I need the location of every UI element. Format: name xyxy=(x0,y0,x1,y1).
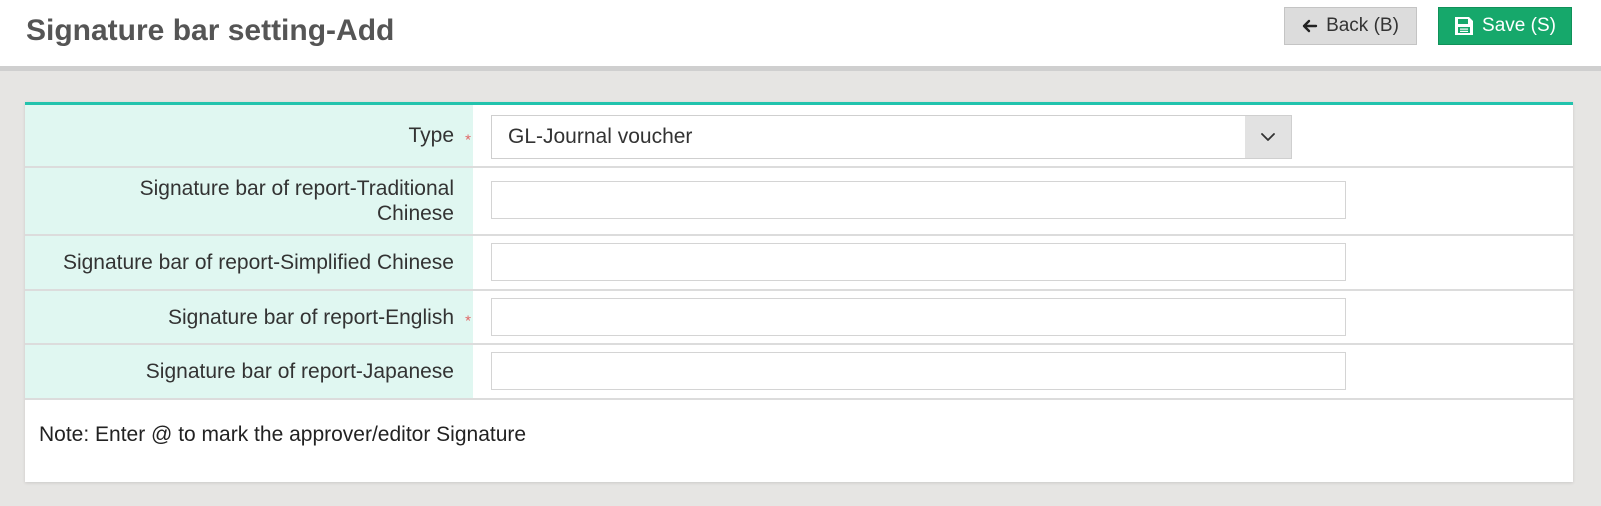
header-bar: Signature bar setting-Add Back (B) Save … xyxy=(0,0,1601,71)
english-label-cell: Signature bar of report-English * xyxy=(25,291,473,343)
japanese-label-cell: Signature bar of report-Japanese xyxy=(25,345,473,398)
form-card: Type * GL-Journal voucher Signature bar … xyxy=(25,102,1573,482)
form-row-japanese: Signature bar of report-Japanese xyxy=(25,345,1573,400)
simplified-chinese-input[interactable] xyxy=(491,243,1346,281)
traditional-chinese-label-cell: Signature bar of report-Traditional Chin… xyxy=(25,168,473,234)
japanese-input[interactable] xyxy=(491,352,1346,390)
traditional-chinese-input[interactable] xyxy=(491,181,1346,219)
required-mark-icon: * xyxy=(465,312,471,330)
form-row-simplified-chinese: Signature bar of report-Simplified Chine… xyxy=(25,236,1573,291)
back-button[interactable]: Back (B) xyxy=(1284,7,1417,45)
required-mark-icon: * xyxy=(465,130,471,148)
traditional-chinese-label-line2: Chinese xyxy=(376,202,454,225)
floppy-disk-icon xyxy=(1454,16,1474,36)
type-select-value: GL-Journal voucher xyxy=(508,125,693,148)
simplified-chinese-label-cell: Signature bar of report-Simplified Chine… xyxy=(25,236,473,289)
signature-note: Note: Enter @ to mark the approver/edito… xyxy=(39,423,527,446)
chevron-down-icon[interactable] xyxy=(1245,116,1291,158)
traditional-chinese-label-line1: Signature bar of report-Traditional xyxy=(139,177,454,200)
simplified-chinese-label: Signature bar of report-Simplified Chine… xyxy=(62,251,454,274)
type-select[interactable]: GL-Journal voucher xyxy=(491,115,1292,159)
form-row-traditional-chinese: Signature bar of report-Traditional Chin… xyxy=(25,168,1573,236)
traditional-chinese-label: Signature bar of report-Traditional Chin… xyxy=(140,176,454,226)
form-row-english: Signature bar of report-English * xyxy=(25,291,1573,345)
japanese-label: Signature bar of report-Japanese xyxy=(145,360,454,383)
arrow-left-icon xyxy=(1302,19,1318,33)
english-input[interactable] xyxy=(491,298,1346,336)
english-label: Signature bar of report-English xyxy=(168,305,454,329)
save-button-label: Save (S) xyxy=(1482,15,1556,36)
type-label: Type xyxy=(408,124,454,147)
page-title: Signature bar setting-Add xyxy=(26,14,395,47)
save-button[interactable]: Save (S) xyxy=(1438,7,1572,45)
form-row-type: Type * GL-Journal voucher xyxy=(25,105,1573,168)
type-label-cell: Type * xyxy=(25,105,473,166)
back-button-label: Back (B) xyxy=(1326,15,1399,36)
